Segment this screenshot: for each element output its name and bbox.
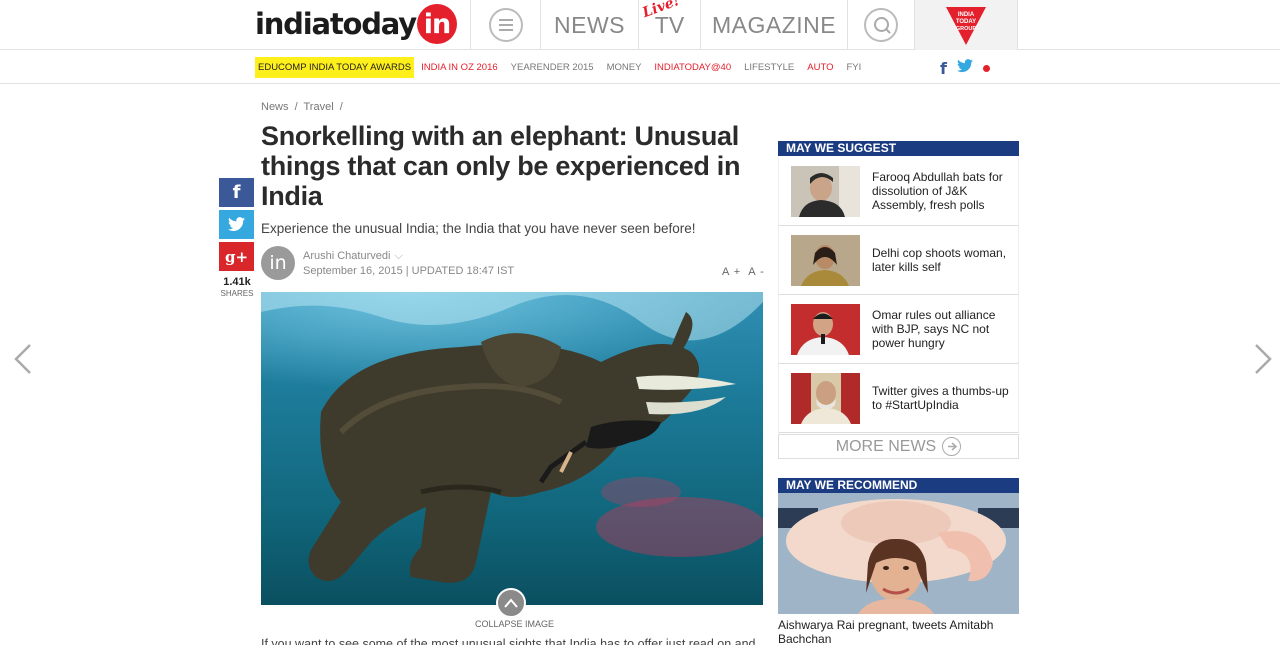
share-label: SHARES — [220, 289, 254, 298]
india-today-group-logo: INDIA TODAY GROUP — [944, 3, 988, 47]
font-size-controls: A + A - — [719, 266, 765, 278]
nav-tv[interactable]: Live! TV — [638, 0, 700, 50]
breadcrumb-news[interactable]: News — [261, 101, 289, 113]
recommend-image[interactable] — [778, 493, 1019, 614]
recommend-caption[interactable]: Aishwarya Rai pregnant, tweets Amitabh B… — [778, 618, 1019, 645]
suggestion-title: Farooq Abdullah bats for dissolution of … — [872, 170, 1003, 212]
logo-badge: in — [416, 4, 457, 44]
breadcrumb-separator: / — [339, 101, 343, 113]
suggestion-title: Omar rules out alliance with BJP, says N… — [872, 308, 996, 350]
more-news-button[interactable]: MORE NEWS — [778, 434, 1019, 459]
menu-icon — [488, 8, 523, 42]
subnav-item-yearender[interactable]: YEARENDER 2015 — [511, 62, 594, 73]
suggestion-thumbnail — [791, 303, 860, 355]
article-kicker: Experience the unusual India; the India … — [261, 221, 696, 236]
article-body-text: If you want to see some of the most unus… — [261, 637, 756, 645]
suggestion-item[interactable]: Delhi cop shoots woman, later kills self — [778, 226, 1019, 295]
suggestion-item[interactable]: Farooq Abdullah bats for dissolution of … — [778, 157, 1019, 226]
search-button[interactable] — [847, 0, 914, 50]
logo-text: indiatoday — [255, 7, 417, 41]
nav-magazine[interactable]: MAGAZINE — [700, 0, 847, 50]
arrow-right-icon — [942, 437, 962, 456]
subnav-item-auto[interactable]: AUTO — [807, 62, 833, 73]
subnav-item-lifestyle[interactable]: LIFESTYLE — [744, 62, 794, 73]
twitter-icon — [228, 217, 245, 231]
suggestion-item[interactable]: Twitter gives a thumbs-up to #StartUpInd… — [778, 364, 1019, 433]
author-avatar[interactable]: in — [261, 246, 295, 280]
suggestion-title: Delhi cop shoots woman, later kills self — [872, 246, 1007, 274]
sub-navigation: EDUCOMP INDIA TODAY AWARDS INDIA IN OZ 2… — [0, 50, 1280, 84]
previous-article-arrow-icon[interactable] — [12, 342, 34, 376]
svg-text:INDIA: INDIA — [958, 12, 975, 18]
suggestion-list: Farooq Abdullah bats for dissolution of … — [778, 157, 1019, 433]
share-googleplus-button[interactable]: g+ — [219, 242, 254, 271]
may-we-recommend-heading: MAY WE RECOMMEND — [778, 478, 1019, 493]
red-dot-icon[interactable] — [982, 65, 990, 72]
breadcrumb-travel[interactable]: Travel — [304, 101, 334, 113]
group-logo-button[interactable]: INDIA TODAY GROUP — [914, 0, 1018, 50]
twitter-icon[interactable] — [956, 59, 973, 78]
subnav-item-india-in-oz[interactable]: INDIA IN OZ 2016 — [421, 62, 498, 73]
more-news-label: MORE NEWS — [835, 437, 937, 455]
facebook-icon[interactable]: f — [940, 59, 947, 78]
subnav-item-fyi[interactable]: FYI — [847, 62, 862, 73]
next-article-arrow-icon[interactable] — [1252, 342, 1274, 376]
breadcrumb-separator: / — [294, 101, 298, 113]
font-increase-button[interactable]: A + — [722, 266, 741, 278]
author-name-text: Arushi Chaturvedi — [303, 250, 391, 262]
social-links: f — [940, 59, 990, 78]
suggestion-thumbnail — [791, 372, 860, 424]
chevron-up-icon — [504, 598, 518, 608]
share-facebook-button[interactable]: f — [219, 178, 254, 207]
search-icon — [864, 8, 898, 42]
menu-button[interactable] — [470, 0, 540, 50]
collapse-image-button[interactable] — [496, 588, 526, 618]
font-decrease-button[interactable]: A - — [748, 266, 764, 278]
publish-date: September 16, 2015 | UPDATED 18:47 IST — [303, 265, 515, 277]
article-headline: Snorkelling with an elephant: Unusual th… — [261, 121, 741, 211]
collapse-image-label: COLLAPSE IMAGE — [475, 619, 555, 629]
hero-image-elephant — [261, 292, 763, 605]
site-logo[interactable]: indiatoday in — [255, 4, 457, 44]
nav-news[interactable]: NEWS — [540, 0, 638, 50]
suggestion-thumbnail — [791, 165, 860, 217]
suggestion-title: Twitter gives a thumbs-up to #StartUpInd… — [872, 384, 1009, 412]
share-bar: f g+ 1.41k SHARES — [219, 178, 255, 298]
may-we-suggest-heading: MAY WE SUGGEST — [778, 141, 1019, 156]
subnav-item-money[interactable]: MONEY — [607, 62, 642, 73]
chevron-down-icon: ⌵ — [394, 250, 403, 262]
top-header: indiatoday in NEWS Live! TV MAGAZINE IND… — [0, 0, 1280, 50]
share-count: 1.41k — [223, 276, 251, 288]
suggestion-item[interactable]: Omar rules out alliance with BJP, says N… — [778, 295, 1019, 364]
share-twitter-button[interactable] — [219, 210, 254, 239]
subnav-item-indiatoday40[interactable]: INDIATODAY@40 — [654, 62, 731, 73]
svg-text:TODAY: TODAY — [956, 19, 976, 25]
subnav-items: EDUCOMP INDIA TODAY AWARDS INDIA IN OZ 2… — [255, 56, 874, 78]
author-name[interactable]: Arushi Chaturvedi ⌵ — [303, 250, 403, 263]
breadcrumb: News / Travel / — [261, 101, 346, 113]
svg-text:GROUP: GROUP — [956, 26, 977, 32]
suggestion-thumbnail — [791, 234, 860, 286]
subnav-item-awards[interactable]: EDUCOMP INDIA TODAY AWARDS — [255, 56, 415, 78]
